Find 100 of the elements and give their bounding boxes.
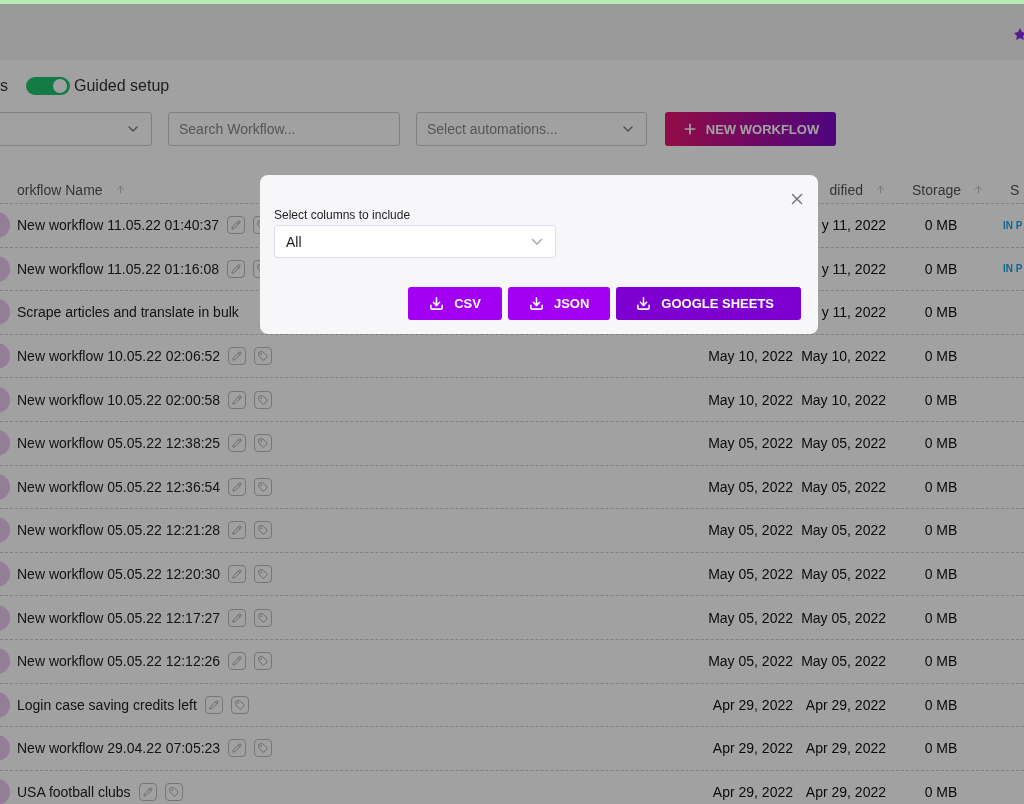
edit-icon[interactable]	[228, 565, 247, 584]
table-cell: May 05, 2022	[708, 566, 793, 583]
edit-icon[interactable]	[228, 739, 247, 758]
tag-icon[interactable]	[254, 521, 273, 540]
workflow-name[interactable]: New workflow 05.05.22 12:21:28	[17, 522, 221, 539]
sort-arrow-icon[interactable]	[973, 184, 984, 195]
edit-icon[interactable]	[228, 477, 247, 496]
download-icon	[528, 296, 544, 311]
table-cell: May 05, 2022	[801, 435, 886, 452]
edit-icon[interactable]	[228, 608, 247, 627]
table-cell: Apr 29, 2022	[805, 784, 886, 800]
table-cell: Apr 29, 2022	[805, 696, 886, 713]
column-header[interactable]: S	[996, 181, 1020, 198]
table-cell: y 11, 2022	[821, 304, 886, 321]
section-label: s	[0, 77, 8, 95]
table-cell: May 10, 2022	[708, 391, 793, 408]
tag-icon[interactable]	[254, 477, 273, 496]
table-cell: 0 MB	[924, 609, 958, 626]
workflow-name[interactable]: New workflow 10.05.22 02:00:58	[17, 391, 221, 408]
tag-icon[interactable]	[254, 347, 273, 366]
edit-icon[interactable]	[228, 434, 247, 453]
download-button[interactable]: GOOGLE SHEETS	[616, 287, 801, 320]
table-cell: 0 MB	[924, 217, 958, 234]
table-cell: y 11, 2022	[821, 260, 886, 277]
table-cell: May 05, 2022	[708, 609, 793, 626]
table-cell: May 05, 2022	[801, 653, 886, 670]
workflow-name[interactable]: New workflow 05.05.22 12:12:26	[17, 653, 221, 670]
columns-select[interactable]: All	[274, 225, 556, 258]
table-cell: 0 MB	[924, 435, 958, 452]
new-workflow-button[interactable]: NEW WORKFLOW	[665, 112, 836, 146]
tag-icon[interactable]	[230, 695, 249, 714]
table-cell: 0 MB	[924, 696, 958, 713]
chevron-down-icon	[531, 238, 543, 245]
table-cell: 0 MB	[924, 348, 958, 365]
workflow-name[interactable]: Scrape articles and translate in bulk	[17, 304, 239, 321]
edit-icon[interactable]	[227, 216, 246, 235]
workflow-name[interactable]: New workflow 10.05.22 02:06:52	[17, 348, 221, 365]
workflow-name[interactable]: New workflow 11.05.22 01:16:08	[17, 260, 220, 277]
table-cell: May 05, 2022	[801, 522, 886, 539]
status-label: IN P	[1002, 219, 1024, 231]
table-cell: May 05, 2022	[708, 653, 793, 670]
column-header[interactable]: dified	[829, 181, 863, 198]
column-header[interactable]: Storage	[911, 181, 961, 198]
filter-dropdown[interactable]	[0, 112, 152, 146]
edit-icon[interactable]	[227, 259, 246, 278]
edit-icon[interactable]	[228, 390, 247, 409]
table-cell: 0 MB	[924, 391, 958, 408]
toggle-label: Guided setup	[74, 77, 170, 95]
field-label: Select columns to include	[274, 208, 411, 222]
download-button[interactable]: JSON	[507, 287, 611, 320]
workflow-name[interactable]: USA football clubs	[17, 784, 131, 800]
table-cell: May 05, 2022	[708, 435, 793, 452]
edit-icon[interactable]	[228, 652, 247, 671]
table-cell: May 10, 2022	[708, 348, 793, 365]
download-icon	[636, 296, 652, 311]
table-cell: Apr 29, 2022	[712, 784, 793, 800]
workflow-name[interactable]: New workflow 05.05.22 12:17:27	[17, 609, 221, 626]
edit-icon[interactable]	[228, 347, 247, 366]
table-cell: May 05, 2022	[801, 478, 886, 495]
sort-arrow-icon[interactable]	[875, 184, 886, 195]
table-cell: 0 MB	[924, 522, 958, 539]
tag-icon[interactable]	[254, 608, 273, 627]
table-cell: 0 MB	[924, 260, 958, 277]
tag-icon[interactable]	[254, 652, 273, 671]
column-header[interactable]: orkflow Name	[17, 181, 103, 198]
workflow-name[interactable]: New workflow 05.05.22 12:36:54	[17, 478, 221, 495]
download-button[interactable]: CSV	[408, 287, 502, 320]
tag-icon[interactable]	[254, 390, 273, 409]
table-cell: May 05, 2022	[801, 566, 886, 583]
edit-icon[interactable]	[138, 783, 157, 801]
table-cell: May 10, 2022	[801, 348, 886, 365]
table-cell: Apr 29, 2022	[712, 696, 793, 713]
guided-setup-toggle[interactable]	[26, 77, 70, 95]
workflow-name[interactable]: New workflow 05.05.22 12:20:30	[17, 566, 221, 583]
workflow-name[interactable]: Login case saving credits left	[17, 696, 197, 713]
workflow-name[interactable]: New workflow 11.05.22 01:40:37	[17, 217, 220, 234]
table-cell: May 05, 2022	[708, 522, 793, 539]
sort-arrow-icon[interactable]	[114, 184, 126, 195]
edit-icon[interactable]	[204, 695, 223, 714]
table-cell: y 11, 2022	[821, 217, 886, 234]
tag-icon[interactable]	[164, 783, 183, 801]
table-cell: 0 MB	[924, 304, 958, 321]
table-cell: 0 MB	[924, 740, 958, 757]
table-cell: Apr 29, 2022	[712, 740, 793, 757]
table-cell: 0 MB	[924, 784, 958, 800]
tag-icon[interactable]	[254, 739, 273, 758]
download-icon	[429, 296, 445, 311]
status-label: IN P	[1002, 263, 1024, 275]
table-cell: 0 MB	[924, 566, 958, 583]
table-cell: Apr 29, 2022	[805, 740, 886, 757]
tag-icon[interactable]	[254, 434, 273, 453]
table-cell: 0 MB	[924, 653, 958, 670]
table-cell: 0 MB	[924, 478, 958, 495]
workflow-name[interactable]: New workflow 05.05.22 12:38:25	[17, 435, 221, 452]
tag-icon[interactable]	[254, 565, 273, 584]
table-cell: May 05, 2022	[801, 609, 886, 626]
star-icon[interactable]	[1014, 28, 1024, 40]
edit-icon[interactable]	[228, 521, 247, 540]
workflow-name[interactable]: New workflow 29.04.22 07:05:23	[17, 740, 221, 757]
table-cell: May 05, 2022	[708, 478, 793, 495]
